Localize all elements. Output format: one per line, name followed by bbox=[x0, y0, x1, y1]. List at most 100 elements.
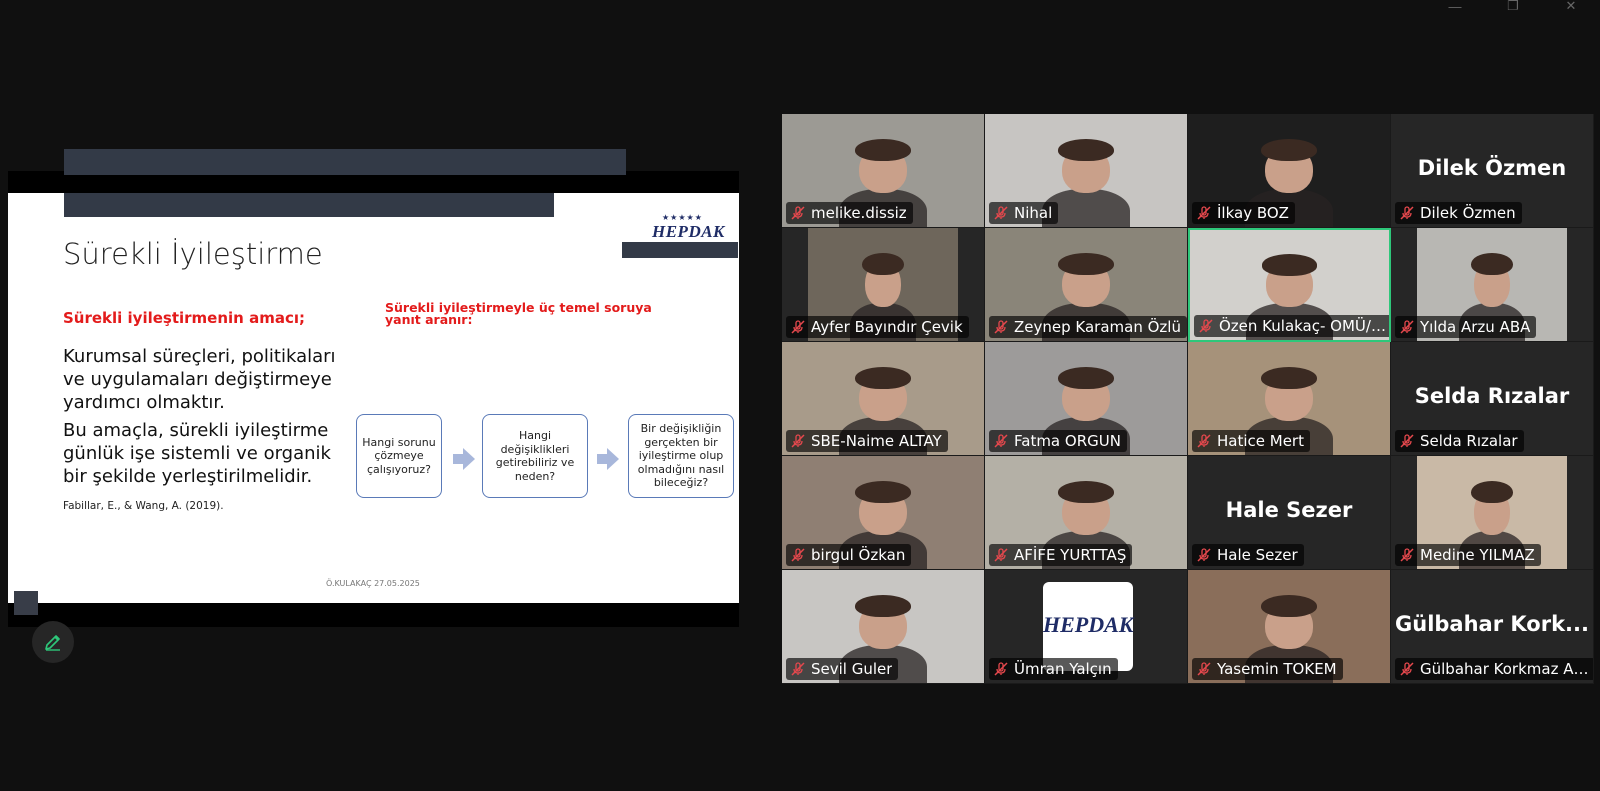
participant-tile[interactable]: Gülbahar Kork... Gülbahar Korkmaz Asl... bbox=[1391, 570, 1594, 684]
participant-tile[interactable]: Yasemin TOKEM bbox=[1188, 570, 1391, 684]
participant-name: Hatice Mert bbox=[1217, 432, 1304, 450]
participant-tile[interactable]: Selda Rızalar Selda Rızalar bbox=[1391, 342, 1594, 456]
participant-tile[interactable]: HEPDAK Ümran Yalçın bbox=[985, 570, 1188, 684]
participant-name: Ümran Yalçın bbox=[1014, 660, 1112, 678]
person-hair bbox=[1260, 594, 1318, 618]
participant-tile[interactable]: Hale Sezer Hale Sezer bbox=[1188, 456, 1391, 570]
participant-name-tag: Yasemin TOKEM bbox=[1192, 658, 1343, 680]
slide-header-bar bbox=[64, 193, 554, 217]
participant-tile[interactable]: İlkay BOZ bbox=[1188, 114, 1391, 228]
participant-name: İlkay BOZ bbox=[1217, 204, 1289, 222]
participant-name: Dilek Özmen bbox=[1420, 204, 1516, 222]
participant-name: Fatma ORGUN bbox=[1014, 432, 1121, 450]
mic-muted-icon bbox=[1197, 434, 1211, 448]
participant-display-name: Selda Rızalar bbox=[1414, 384, 1570, 408]
participant-tile[interactable]: Ayfer Bayındır Çevik bbox=[782, 228, 985, 342]
mic-muted-icon bbox=[994, 434, 1008, 448]
participant-name: Nihal bbox=[1014, 204, 1053, 222]
participant-gallery: melike.dissiz Nihal İlkay BOZ Dilek Özmen Di… bbox=[782, 114, 1594, 684]
mic-muted-icon bbox=[791, 434, 805, 448]
participant-display-name: Hale Sezer bbox=[1225, 498, 1353, 522]
participant-tile[interactable]: SBE-Naime ALTAY bbox=[782, 342, 985, 456]
minimize-button[interactable]: — bbox=[1426, 0, 1484, 14]
mic-muted-icon bbox=[1400, 662, 1414, 676]
person-hair bbox=[1471, 252, 1513, 276]
person-hair bbox=[854, 480, 912, 504]
participant-name: Hale Sezer bbox=[1217, 546, 1298, 564]
window-controls: — ❐ ✕ bbox=[1426, 0, 1600, 14]
participant-tile[interactable]: Nihal bbox=[985, 114, 1188, 228]
participant-name-tag: Fatma ORGUN bbox=[989, 430, 1127, 452]
participant-tile[interactable]: Medine YILMAZ bbox=[1391, 456, 1594, 570]
slide-title: Sürekli İyileştirme bbox=[63, 237, 323, 271]
participant-name-tag: melike.dissiz bbox=[786, 202, 913, 224]
participant-name-tag: İlkay BOZ bbox=[1192, 202, 1295, 224]
participant-tile[interactable]: Dilek Özmen Dilek Özmen bbox=[1391, 114, 1594, 228]
person-hair bbox=[854, 138, 912, 162]
arrow-right-icon bbox=[453, 448, 475, 470]
participant-name: Özen Kulakaç- OMÜ/HEP... bbox=[1219, 317, 1388, 335]
mic-muted-icon bbox=[994, 662, 1008, 676]
citation: Fabillar, E., & Wang, A. (2019). bbox=[63, 500, 224, 512]
right-heading: Sürekli iyileştirmeyle üç temel soruya y… bbox=[385, 300, 652, 327]
participant-name-tag: Ümran Yalçın bbox=[989, 658, 1118, 680]
participant-name: Yılda Arzu ABA bbox=[1420, 318, 1531, 336]
mic-muted-icon bbox=[1197, 206, 1211, 220]
question-box-1: Hangi sorunu çözmeye çalışıyoruz? bbox=[356, 414, 442, 498]
mic-muted-icon bbox=[994, 320, 1008, 334]
participant-name-tag: Nihal bbox=[989, 202, 1059, 224]
mic-muted-icon bbox=[1197, 548, 1211, 562]
mic-muted-icon bbox=[791, 662, 805, 676]
participant-name: Ayfer Bayındır Çevik bbox=[811, 318, 963, 336]
participant-name-tag: birgul Özkan bbox=[786, 544, 912, 566]
participant-name: Zeynep Karaman Özlü bbox=[1014, 318, 1181, 336]
mic-muted-icon bbox=[1197, 662, 1211, 676]
mic-muted-icon bbox=[1400, 320, 1414, 334]
close-button[interactable]: ✕ bbox=[1542, 0, 1600, 14]
participant-tile[interactable]: Yılda Arzu ABA bbox=[1391, 228, 1594, 342]
participant-tile[interactable]: Fatma ORGUN bbox=[985, 342, 1188, 456]
mic-muted-icon bbox=[791, 320, 805, 334]
participant-name-tag: Selda Rızalar bbox=[1395, 430, 1524, 452]
person-hair bbox=[854, 594, 912, 618]
participant-tile[interactable]: birgul Özkan bbox=[782, 456, 985, 570]
question-box-3: Bir değişikliğin gerçekten bir iyileştir… bbox=[628, 414, 734, 498]
mic-muted-icon bbox=[1400, 548, 1414, 562]
hepdak-logo: ★★★★★ HEPDAK bbox=[622, 213, 738, 261]
arrow-right-icon bbox=[597, 448, 619, 470]
annotate-button[interactable] bbox=[32, 621, 74, 663]
hepdak-avatar-logo: HEPDAK bbox=[1043, 612, 1134, 637]
person-hair bbox=[1057, 252, 1115, 276]
participant-name-tag: Ayfer Bayındır Çevik bbox=[786, 316, 969, 338]
person-hair bbox=[854, 366, 912, 390]
mic-muted-icon bbox=[994, 548, 1008, 562]
participant-tile[interactable]: melike.dissiz bbox=[782, 114, 985, 228]
participant-name: melike.dissiz bbox=[811, 204, 907, 222]
participant-tile[interactable]: Özen Kulakaç- OMÜ/HEP... bbox=[1188, 228, 1391, 342]
participant-name-tag: AFİFE YURTTAŞ bbox=[989, 544, 1133, 566]
logo-bar bbox=[622, 242, 738, 258]
question-box-2: Hangi değişiklikleri getirebiliriz ve ne… bbox=[482, 414, 588, 498]
slide-top-banner bbox=[64, 149, 626, 175]
participant-tile[interactable]: Zeynep Karaman Özlü bbox=[985, 228, 1188, 342]
participant-display-name: Dilek Özmen bbox=[1417, 156, 1567, 180]
shared-screen: ★★★★★ HEPDAK Sürekli İyileştirme Sürekli… bbox=[8, 149, 739, 627]
participant-tile[interactable]: Sevil Guler bbox=[782, 570, 985, 684]
person-hair bbox=[862, 252, 904, 276]
logo-text: HEPDAK bbox=[652, 222, 725, 241]
participant-tile[interactable]: Hatice Mert bbox=[1188, 342, 1391, 456]
participant-name: Yasemin TOKEM bbox=[1217, 660, 1337, 678]
participant-name: birgul Özkan bbox=[811, 546, 906, 564]
mic-muted-icon bbox=[994, 206, 1008, 220]
presentation-slide: ★★★★★ HEPDAK Sürekli İyileştirme Sürekli… bbox=[8, 193, 739, 603]
participant-name-tag: Zeynep Karaman Özlü bbox=[989, 316, 1187, 338]
participant-name: AFİFE YURTTAŞ bbox=[1014, 546, 1127, 564]
mic-muted-icon bbox=[791, 206, 805, 220]
participant-name-tag: Hale Sezer bbox=[1192, 544, 1304, 566]
paragraph-2: Bu amaçla, sürekli iyileştirme günlük iş… bbox=[63, 420, 331, 487]
restore-button[interactable]: ❐ bbox=[1484, 0, 1542, 14]
participant-name-tag: Medine YILMAZ bbox=[1395, 544, 1541, 566]
participant-name-tag: Hatice Mert bbox=[1192, 430, 1310, 452]
participant-display-name: Gülbahar Kork... bbox=[1395, 612, 1589, 636]
participant-tile[interactable]: AFİFE YURTTAŞ bbox=[985, 456, 1188, 570]
